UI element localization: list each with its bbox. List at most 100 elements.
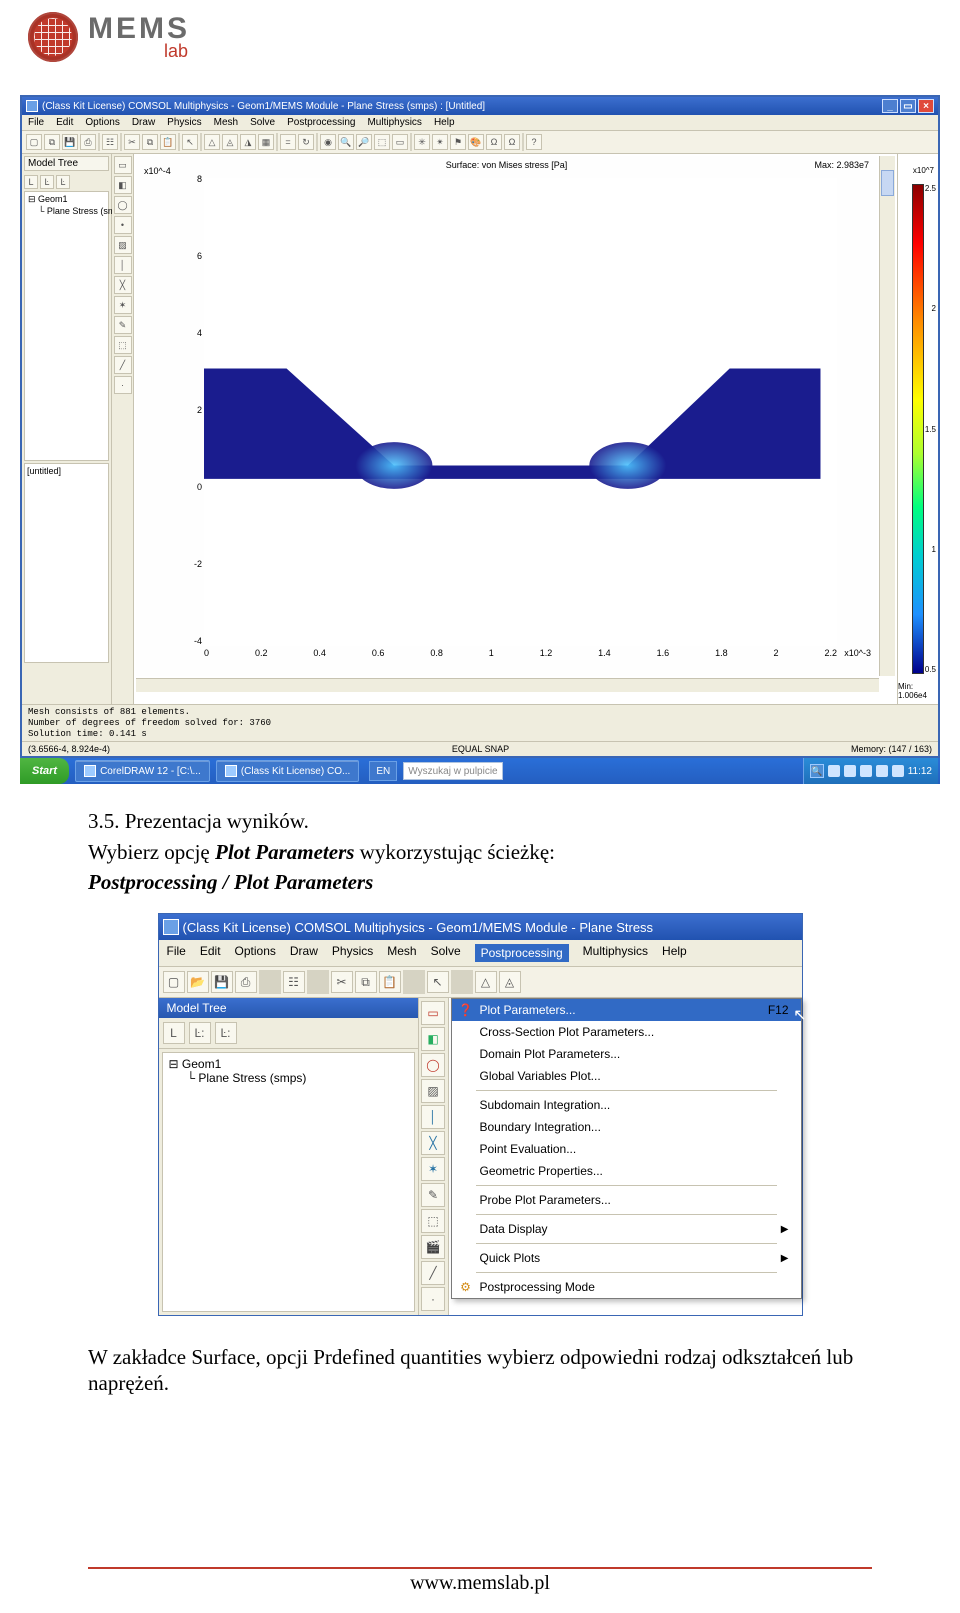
- draw-toolbar[interactable]: ▭ ◧ ◯ ▨ │ ╳ ✶ ✎ ⬚ 🎬 ╱ ·: [419, 998, 449, 1315]
- pencil-icon[interactable]: ✎: [114, 316, 132, 334]
- menu-item-plot-parameters[interactable]: ❓ Plot Parameters... F12 ↖: [452, 999, 801, 1021]
- menu-options[interactable]: Options: [235, 944, 276, 962]
- frame-icon[interactable]: ⬚: [114, 336, 132, 354]
- zoom-extents-icon[interactable]: ⬚: [374, 134, 390, 150]
- omega2-icon[interactable]: Ω: [504, 134, 520, 150]
- plot-icon[interactable]: ◉: [320, 134, 336, 150]
- tree-mode-icon[interactable]: L: [24, 175, 38, 189]
- menu-edit[interactable]: Edit: [56, 117, 73, 128]
- print-icon[interactable]: ⎙: [235, 971, 257, 993]
- cut-icon[interactable]: ✂: [124, 134, 140, 150]
- rect2-icon[interactable]: ◧: [114, 176, 132, 194]
- misc-icon[interactable]: ✳: [414, 134, 430, 150]
- tray-icon[interactable]: [860, 765, 872, 777]
- menubar[interactable]: File Edit Options Draw Physics Mesh Solv…: [22, 115, 938, 131]
- menu-item-cross-section[interactable]: Cross-Section Plot Parameters...: [452, 1021, 801, 1043]
- frame-icon[interactable]: ⬚: [421, 1209, 445, 1233]
- menu-multiphysics[interactable]: Multiphysics: [367, 117, 421, 128]
- pointer-icon[interactable]: ↖: [182, 134, 198, 150]
- tray-icon[interactable]: [828, 765, 840, 777]
- help-icon[interactable]: ?: [526, 134, 542, 150]
- solve-icon[interactable]: =: [280, 134, 296, 150]
- menu-help[interactable]: Help: [662, 944, 687, 962]
- print-icon[interactable]: ⎙: [80, 134, 96, 150]
- solve-restart-icon[interactable]: ↻: [298, 134, 314, 150]
- hatch-icon[interactable]: ▨: [421, 1079, 445, 1103]
- open-icon[interactable]: 📂: [187, 971, 209, 993]
- line-icon[interactable]: │: [421, 1105, 445, 1129]
- menu-item-data-display[interactable]: Data Display▶: [452, 1218, 801, 1240]
- ellipse-icon[interactable]: ◯: [421, 1053, 445, 1077]
- menu-solve[interactable]: Solve: [250, 117, 275, 128]
- save-icon[interactable]: 💾: [62, 134, 78, 150]
- menu-draw[interactable]: Draw: [290, 944, 318, 962]
- cut-icon[interactable]: ✂: [331, 971, 353, 993]
- tree-item-plane-stress[interactable]: └ Plane Stress (smps): [169, 1071, 408, 1085]
- main-toolbar[interactable]: ▢ 📂 💾 ⎙ ☷ ✂ ⧉ 📋 ↖ △ ◬: [159, 967, 802, 998]
- open-icon[interactable]: ⧉: [44, 134, 60, 150]
- tree-mode3-icon[interactable]: Ŀ: [56, 175, 70, 189]
- menu-item-postprocessing-mode[interactable]: ⚙ Postprocessing Mode: [452, 1276, 801, 1298]
- mesh-tri2-icon[interactable]: ◬: [222, 134, 238, 150]
- zoom-window-icon[interactable]: ▭: [392, 134, 408, 150]
- menu-item-domain-plot[interactable]: Domain Plot Parameters...: [452, 1043, 801, 1065]
- mesh-tri-icon[interactable]: △: [204, 134, 220, 150]
- task-comsol[interactable]: (Class Kit License) CO...: [216, 760, 359, 782]
- menu-physics[interactable]: Physics: [332, 944, 373, 962]
- desktop-search-input[interactable]: Wyszukaj w pulpicie: [403, 762, 503, 780]
- start-button[interactable]: Start: [20, 758, 69, 784]
- copy-icon[interactable]: ⧉: [142, 134, 158, 150]
- tree-icon[interactable]: ☷: [102, 134, 118, 150]
- line-icon[interactable]: │: [114, 256, 132, 274]
- menu-item-point-eval[interactable]: Point Evaluation...: [452, 1138, 801, 1160]
- flag-icon[interactable]: ⚑: [450, 134, 466, 150]
- menubar[interactable]: File Edit Options Draw Physics Mesh Solv…: [159, 940, 802, 967]
- save-icon[interactable]: 💾: [211, 971, 233, 993]
- language-indicator[interactable]: EN: [369, 761, 397, 781]
- tree-mode2-icon[interactable]: Ŀ:: [189, 1022, 211, 1044]
- menu-mesh[interactable]: Mesh: [214, 117, 238, 128]
- rect-icon[interactable]: ▭: [114, 156, 132, 174]
- new-icon[interactable]: ▢: [26, 134, 42, 150]
- zoom-in-icon[interactable]: 🔍: [338, 134, 354, 150]
- menu-multiphysics[interactable]: Multiphysics: [583, 944, 648, 962]
- system-tray[interactable]: 🔍 11:12: [803, 758, 938, 784]
- line2-icon[interactable]: ╱: [114, 356, 132, 374]
- main-toolbar[interactable]: ▢ ⧉ 💾 ⎙ ☷ ✂ ⧉ 📋 ↖ △ ◬ ◮ ▦ = ↻ ◉ 🔍 🔎 ⬚ ▭: [22, 131, 938, 154]
- omega-icon[interactable]: Ω: [486, 134, 502, 150]
- menu-postprocessing[interactable]: Postprocessing: [287, 117, 355, 128]
- misc2-icon[interactable]: ✴: [432, 134, 448, 150]
- pointer-icon[interactable]: ↖: [427, 971, 449, 993]
- menu-solve[interactable]: Solve: [431, 944, 461, 962]
- x-icon[interactable]: ╳: [421, 1131, 445, 1155]
- star-icon[interactable]: ✶: [114, 296, 132, 314]
- draw-toolbar[interactable]: ▭ ◧ ◯ • ▨ │ ╳ ✶ ✎ ⬚ ╱ ·: [112, 154, 134, 704]
- menu-item-probe-plot[interactable]: Probe Plot Parameters...: [452, 1189, 801, 1211]
- vertical-scrollbar[interactable]: [879, 156, 895, 676]
- paste-icon[interactable]: 📋: [160, 134, 176, 150]
- x-icon[interactable]: ╳: [114, 276, 132, 294]
- menu-item-boundary-int[interactable]: Boundary Integration...: [452, 1116, 801, 1138]
- rect-icon[interactable]: ▭: [421, 1001, 445, 1025]
- maximize-button[interactable]: ▭: [900, 99, 916, 113]
- star-icon[interactable]: ✶: [421, 1157, 445, 1181]
- search-icon[interactable]: 🔍: [810, 764, 824, 778]
- menu-edit[interactable]: Edit: [200, 944, 221, 962]
- task-coreldraw[interactable]: CorelDRAW 12 - [C:\...: [75, 760, 210, 782]
- paste-icon[interactable]: 📋: [379, 971, 401, 993]
- tree-item-geom1[interactable]: ⊟ Geom1: [169, 1057, 408, 1071]
- ellipse-icon[interactable]: ◯: [114, 196, 132, 214]
- tree-mode2-icon[interactable]: Ŀ: [40, 175, 54, 189]
- copy-icon[interactable]: ⧉: [355, 971, 377, 993]
- tree-item-plane-stress[interactable]: └ Plane Stress (smps): [28, 206, 105, 218]
- mesh-tri-icon[interactable]: △: [475, 971, 497, 993]
- close-button[interactable]: ×: [918, 99, 934, 113]
- tray-icon[interactable]: [876, 765, 888, 777]
- hatch-icon[interactable]: ▨: [114, 236, 132, 254]
- menu-draw[interactable]: Draw: [132, 117, 155, 128]
- point-icon[interactable]: •: [114, 216, 132, 234]
- menu-item-subdomain-int[interactable]: Subdomain Integration...: [452, 1094, 801, 1116]
- clapper-icon[interactable]: 🎬: [421, 1235, 445, 1259]
- horizontal-scrollbar[interactable]: [136, 678, 879, 692]
- mesh-tri2-icon[interactable]: ◬: [499, 971, 521, 993]
